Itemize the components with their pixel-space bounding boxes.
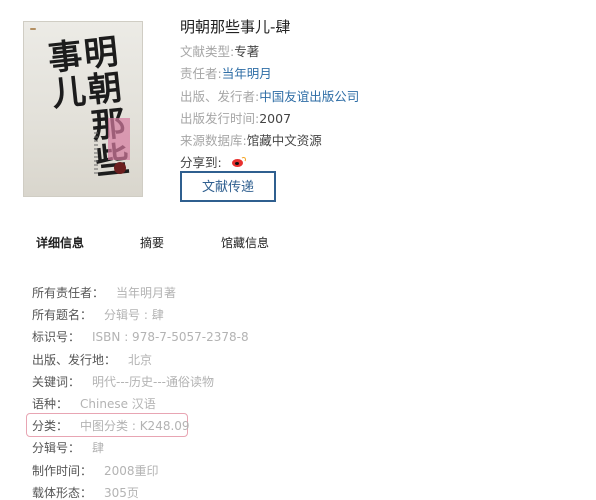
book-cover-image: 明朝那些事儿 <box>23 21 143 197</box>
meta-row-pub-date: 出版发行时间:2007 <box>180 108 580 130</box>
detail-row: 分辑号： 肆 <box>32 437 572 459</box>
book-meta: 明朝那些事儿-肆 文献类型:专著 责任者:当年明月 出版、发行者:中国友谊出版公… <box>180 16 580 175</box>
tab-details[interactable]: 详细信息 <box>36 234 84 251</box>
detail-value: ISBN : 978-7-5057-2378-8 <box>92 330 249 345</box>
detail-key: 关键词： <box>32 374 81 389</box>
meta-row-doc-type: 文献类型:专著 <box>180 41 580 63</box>
cover-small-text <box>94 132 98 176</box>
document-delivery-button[interactable]: 文献传递 <box>180 171 276 202</box>
share-label: 分享到: <box>180 155 222 171</box>
detail-key: 分类： <box>32 419 69 434</box>
detail-value: 肆 <box>92 441 105 456</box>
meta-row-publisher: 出版、发行者:中国友谊出版公司 <box>180 86 580 108</box>
detail-list: 所有责任者： 当年明月著 所有题名： 分辑号 : 肆 标识号： ISBN : 978-… <box>32 282 572 500</box>
detail-row: 载体形态： 305页 <box>32 482 572 500</box>
detail-key: 所有责任者： <box>32 286 105 300</box>
publisher-link[interactable]: 中国友谊出版公司 <box>259 89 359 104</box>
cover-stamp <box>114 162 126 174</box>
detail-row: 出版、发行地： 北京 <box>32 349 572 371</box>
detail-value: 305页 <box>104 485 139 500</box>
detail-value: 2008重印 <box>104 463 159 478</box>
meta-label: 出版发行时间: <box>180 110 260 126</box>
detail-value: 北京 <box>128 352 153 367</box>
detail-row: 所有题名： 分辑号 : 肆 <box>32 304 572 326</box>
detail-key: 标识号： <box>32 330 81 345</box>
weibo-icon[interactable] <box>231 157 246 168</box>
tab-holdings[interactable]: 馆藏信息 <box>221 234 269 251</box>
tab-abstract[interactable]: 摘要 <box>140 234 164 251</box>
detail-row-classification: 分类： 中图分类 : K248.09 <box>32 415 572 437</box>
detail-key: 分辑号： <box>32 441 81 456</box>
detail-key: 出版、发行地： <box>32 352 117 367</box>
meta-label: 来源数据库: <box>180 133 247 149</box>
detail-value: 明代---历史---通俗读物 <box>92 374 214 389</box>
detail-key: 语种： <box>32 396 69 411</box>
weibo-icon-signal <box>240 157 246 163</box>
detail-key: 制作时间： <box>32 463 93 478</box>
detail-row: 语种： Chinese 汉语 <box>32 393 572 415</box>
detail-row: 关键词： 明代---历史---通俗读物 <box>32 371 572 393</box>
detail-row: 制作时间： 2008重印 <box>32 460 572 482</box>
meta-label: 文献类型: <box>180 44 235 59</box>
detail-key: 所有题名： <box>32 308 93 323</box>
detail-value: 分辑号 : 肆 <box>104 308 164 323</box>
meta-label: 出版、发行者: <box>180 88 260 104</box>
meta-value: 专著 <box>234 44 260 59</box>
detail-key: 载体形态： <box>32 485 93 500</box>
author-link[interactable]: 当年明月 <box>222 66 272 81</box>
meta-row-source-db: 来源数据库:馆藏中文资源 <box>180 130 580 152</box>
detail-value: 当年明月著 <box>116 286 177 300</box>
meta-value: 馆藏中文资源 <box>246 133 322 149</box>
detail-row: 所有责任者： 当年明月著 <box>32 282 572 304</box>
detail-row: 标识号： ISBN : 978-7-5057-2378-8 <box>32 326 572 348</box>
meta-label: 责任者: <box>180 66 222 82</box>
cover-seal <box>108 118 130 160</box>
book-title: 明朝那些事儿-肆 <box>180 18 291 36</box>
meta-row-author: 责任者:当年明月 <box>180 63 580 85</box>
meta-value: 2007 <box>259 110 292 126</box>
cover-brand <box>30 28 36 30</box>
detail-value: Chinese 汉语 <box>80 396 156 411</box>
detail-value: 中图分类 : K248.09 <box>80 419 190 434</box>
